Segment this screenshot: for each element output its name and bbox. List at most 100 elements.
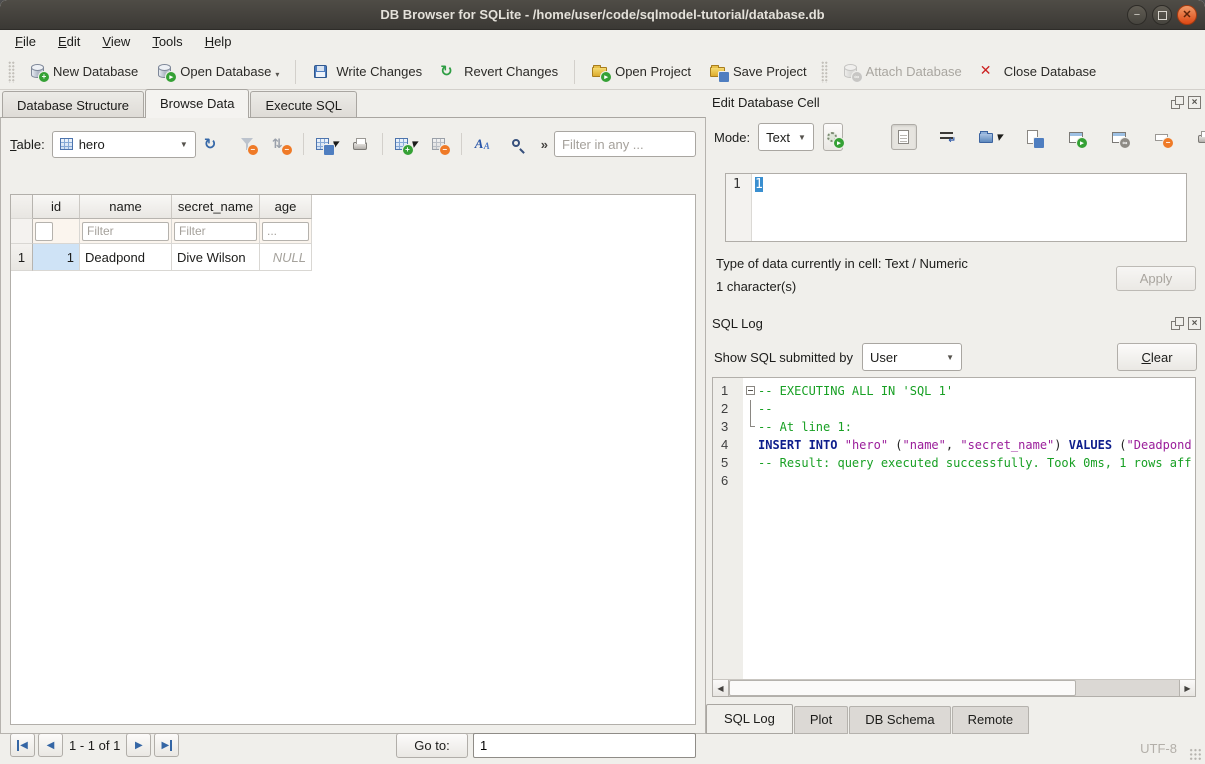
cell-secret_name[interactable]: Dive Wilson bbox=[172, 244, 260, 271]
scrollbar-thumb[interactable] bbox=[729, 680, 1076, 696]
window-title: DB Browser for SQLite - /home/user/code/… bbox=[380, 7, 824, 22]
column-header-secret_name[interactable]: secret_name bbox=[172, 195, 260, 219]
scroll-left-icon[interactable]: ◀ bbox=[713, 680, 729, 696]
fold-marker bbox=[743, 418, 758, 436]
dock-close-icon[interactable] bbox=[1188, 96, 1201, 109]
menu-file[interactable]: File bbox=[4, 30, 47, 54]
cell-size-info: 1 character(s) bbox=[716, 279, 796, 294]
open-project-button[interactable]: Open Project bbox=[582, 58, 700, 85]
export-data-icon bbox=[1024, 129, 1042, 146]
clear-log-button[interactable]: Clear bbox=[1117, 343, 1197, 371]
print-table-button[interactable] bbox=[347, 131, 373, 157]
toolbar-separator bbox=[303, 133, 304, 155]
insert-record-button[interactable]: ▾ bbox=[392, 131, 418, 157]
import-data-icon bbox=[978, 129, 996, 146]
fold-marker bbox=[743, 400, 758, 418]
filter-input-id[interactable] bbox=[35, 222, 53, 241]
menu-edit[interactable]: Edit bbox=[47, 30, 91, 54]
dock-close-icon[interactable] bbox=[1188, 317, 1201, 330]
tab-database-structure[interactable]: Database Structure bbox=[2, 91, 144, 118]
chevron-down-icon: ▼ bbox=[172, 140, 188, 149]
export-data-button[interactable] bbox=[1020, 124, 1046, 150]
global-filter-input[interactable] bbox=[554, 131, 696, 157]
mode-select[interactable]: Text ▼ bbox=[758, 123, 814, 151]
edit-display-format-button[interactable] bbox=[471, 131, 497, 157]
new-database-button[interactable]: New Database bbox=[20, 58, 147, 85]
cell-id[interactable]: 1 bbox=[33, 244, 80, 271]
print-cell-button[interactable] bbox=[1192, 124, 1205, 150]
dock-tab-db-schema[interactable]: DB Schema bbox=[849, 706, 950, 734]
close-icon[interactable]: ✕ bbox=[1177, 5, 1197, 25]
fold-marker bbox=[743, 436, 758, 454]
dock-tab-sql-log[interactable]: SQL Log bbox=[706, 704, 793, 734]
resize-grip[interactable] bbox=[1189, 748, 1202, 761]
cell-name[interactable]: Deadpond bbox=[80, 244, 172, 271]
undock-icon[interactable] bbox=[1171, 317, 1184, 330]
log-line: 6 bbox=[713, 472, 1195, 490]
word-wrap-button[interactable] bbox=[934, 124, 960, 150]
apply-button[interactable]: Apply bbox=[1116, 266, 1196, 291]
open-database-button[interactable]: Open Database▾ bbox=[147, 58, 288, 85]
toolbar-overflow-button[interactable]: » bbox=[535, 137, 554, 152]
set-null-button[interactable] bbox=[1149, 124, 1175, 150]
column-header-name[interactable]: name bbox=[80, 195, 172, 219]
save-project-button[interactable]: Save Project bbox=[700, 58, 816, 85]
refresh-button[interactable] bbox=[200, 131, 226, 157]
clear-filters-button[interactable] bbox=[234, 131, 260, 157]
save-table-button[interactable]: ▾ bbox=[313, 131, 339, 157]
browse-toolbar: Table: hero ▼ ▾▾ » bbox=[10, 130, 696, 158]
close-database-button[interactable]: Close Database bbox=[971, 58, 1106, 85]
right-panel: Edit Database Cell Mode: Text ▼ ▾ 1 1 Ty… bbox=[706, 90, 1205, 734]
open-in-external-button[interactable] bbox=[1063, 124, 1089, 150]
cell-age[interactable]: NULL bbox=[260, 244, 312, 271]
log-line-number: 1 bbox=[713, 382, 743, 400]
write-changes-button[interactable]: Write Changes bbox=[303, 58, 431, 85]
clear-filters-icon bbox=[238, 136, 256, 153]
filter-input-age[interactable] bbox=[262, 222, 309, 241]
scrollbar-groove[interactable] bbox=[1076, 680, 1179, 696]
close-database-icon bbox=[980, 63, 998, 80]
column-header-age[interactable]: age bbox=[260, 195, 312, 219]
dock-tab-plot[interactable]: Plot bbox=[794, 706, 848, 734]
filter-input-name[interactable] bbox=[82, 222, 169, 241]
sql-log-title: SQL Log bbox=[712, 316, 1167, 331]
find-in-table-button[interactable] bbox=[505, 131, 531, 157]
undock-icon[interactable] bbox=[1171, 96, 1184, 109]
selected-text: 1 bbox=[755, 177, 763, 192]
grid-filter-row bbox=[11, 219, 695, 244]
dock-tab-remote[interactable]: Remote bbox=[952, 706, 1030, 734]
clear-sorting-button[interactable] bbox=[268, 131, 294, 157]
submitted-by-select[interactable]: User ▼ bbox=[862, 343, 962, 371]
column-header-id[interactable]: id bbox=[33, 195, 80, 219]
set-null-icon bbox=[1153, 129, 1171, 146]
toolbar-grip[interactable] bbox=[8, 61, 15, 83]
filter-input-secret_name[interactable] bbox=[174, 222, 257, 241]
import-data-button[interactable]: ▾ bbox=[977, 124, 1003, 150]
toolbar-grip[interactable] bbox=[821, 61, 828, 83]
table-row: 11DeadpondDive WilsonNULL bbox=[11, 244, 695, 271]
word-wrap-icon bbox=[938, 129, 956, 146]
maximize-icon[interactable] bbox=[1152, 5, 1172, 25]
fold-marker[interactable] bbox=[743, 382, 758, 400]
minimize-icon[interactable]: − bbox=[1127, 5, 1147, 25]
menu-view[interactable]: View bbox=[91, 30, 141, 54]
menu-tools[interactable]: Tools bbox=[141, 30, 193, 54]
apply-mode-button[interactable] bbox=[823, 123, 843, 151]
fold-collapse-icon[interactable] bbox=[746, 386, 755, 395]
scroll-right-icon[interactable]: ▶ bbox=[1179, 680, 1195, 696]
tab-execute-sql[interactable]: Execute SQL bbox=[250, 91, 357, 118]
text-document-button[interactable] bbox=[891, 124, 917, 150]
open-url-button[interactable] bbox=[1106, 124, 1132, 150]
table-select[interactable]: hero ▼ bbox=[52, 131, 196, 158]
dock-tabs: SQL LogPlotDB SchemaRemote bbox=[706, 706, 1030, 734]
menu-help[interactable]: Help bbox=[194, 30, 243, 54]
tab-browse-data[interactable]: Browse Data bbox=[145, 89, 249, 118]
close-database-label: Close Database bbox=[1004, 64, 1097, 79]
cell-editor[interactable]: 1 1 bbox=[725, 173, 1187, 242]
row-number[interactable]: 1 bbox=[11, 244, 33, 271]
log-line: 2-- bbox=[713, 400, 1195, 418]
revert-changes-icon bbox=[440, 63, 458, 80]
revert-changes-button[interactable]: Revert Changes bbox=[431, 58, 567, 85]
filter-cell-id bbox=[33, 219, 80, 244]
log-line-number: 6 bbox=[713, 472, 743, 490]
